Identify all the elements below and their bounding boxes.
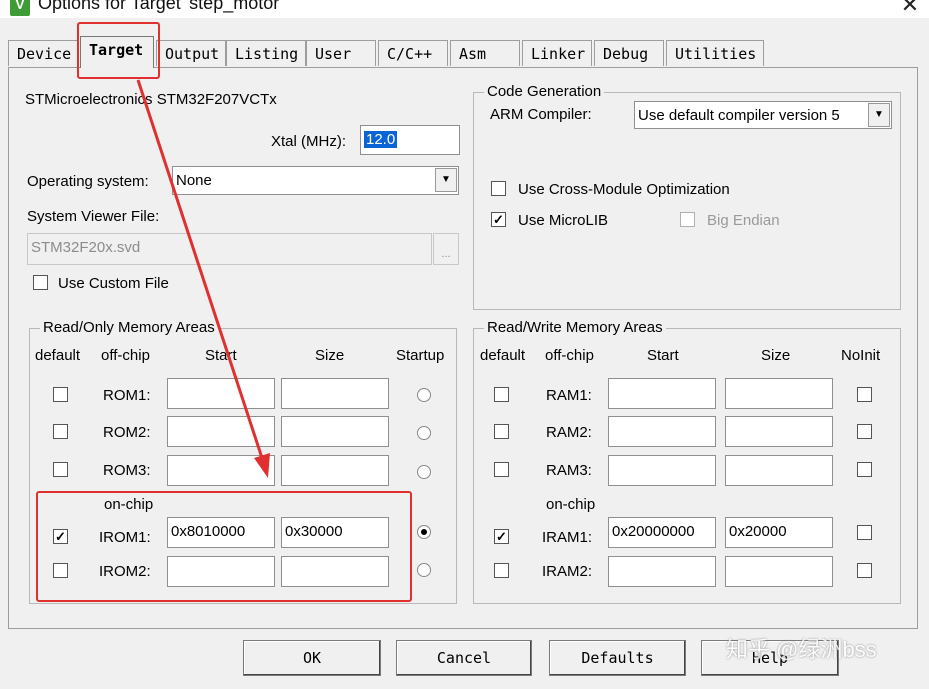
arrow-head-icon [254, 453, 270, 478]
annotation-arrow [136, 79, 270, 478]
tab-target[interactable]: Target [80, 36, 154, 68]
arrow-line [136, 79, 264, 459]
